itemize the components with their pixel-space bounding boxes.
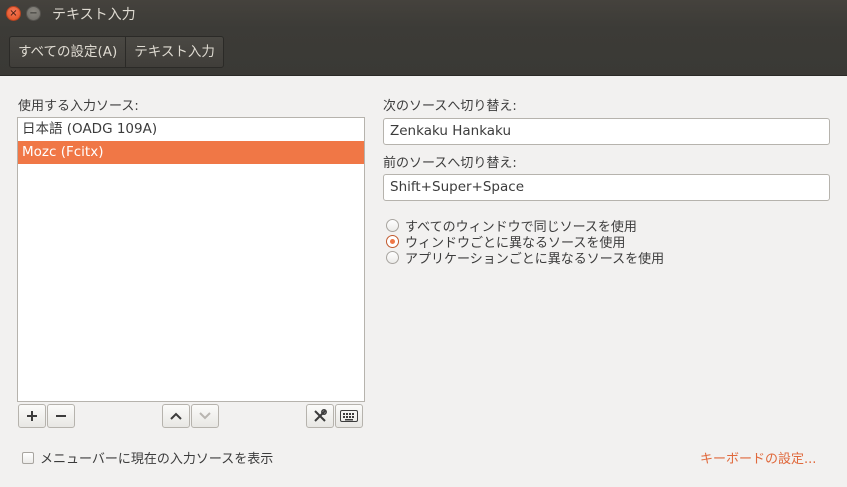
minus-icon [56, 415, 66, 417]
keyboard-layout-button[interactable] [335, 404, 363, 428]
input-source-list[interactable]: 日本語 (OADG 109A) Mozc (Fcitx) [17, 117, 365, 402]
tools-icon [314, 409, 327, 422]
show-in-menubar-checkbox[interactable] [22, 451, 34, 464]
input-sources-label: 使用する入力ソース: [18, 99, 139, 114]
add-source-button[interactable] [18, 404, 46, 428]
list-item[interactable]: 日本語 (OADG 109A) [18, 118, 364, 141]
next-source-shortcut-field[interactable]: Zenkaku Hankaku [383, 118, 830, 145]
next-source-label: 次のソースへ切り替え: [383, 99, 517, 114]
chevron-down-icon [199, 412, 211, 420]
show-in-menubar-label: メニューバーに現在の入力ソースを表示 [40, 452, 274, 467]
prev-source-shortcut-field[interactable]: Shift+Super+Space [383, 174, 830, 201]
chevron-up-icon [170, 412, 182, 420]
title-bar: × − テキスト入力 [0, 0, 847, 28]
header-toolbar: すべての設定(A) テキスト入力 [0, 28, 847, 76]
radio-per-application-source[interactable]: アプリケーションごとに異なるソースを使用 [386, 249, 664, 267]
plus-icon [27, 411, 37, 421]
close-icon[interactable]: × [6, 6, 21, 21]
prev-source-label: 前のソースへ切り替え: [383, 156, 517, 171]
breadcrumb-all-settings[interactable]: すべての設定(A) [10, 37, 125, 67]
radio-button[interactable] [386, 218, 399, 232]
keyboard-settings-link[interactable]: キーボードの設定... [700, 448, 816, 467]
radio-button[interactable] [386, 250, 399, 264]
move-down-button[interactable] [191, 404, 219, 428]
list-item[interactable]: Mozc (Fcitx) [18, 141, 364, 164]
show-in-menubar-checkbox-row[interactable]: メニューバーに現在の入力ソースを表示 [22, 448, 273, 467]
window-title: テキスト入力 [52, 7, 136, 23]
remove-source-button[interactable] [47, 404, 75, 428]
breadcrumb-text-entry[interactable]: テキスト入力 [125, 37, 223, 67]
minimize-icon[interactable]: − [26, 6, 41, 21]
source-settings-button[interactable] [306, 404, 334, 428]
move-up-button[interactable] [162, 404, 190, 428]
keyboard-icon [340, 410, 358, 422]
radio-button[interactable] [386, 234, 399, 248]
breadcrumb: すべての設定(A) テキスト入力 [9, 36, 224, 68]
